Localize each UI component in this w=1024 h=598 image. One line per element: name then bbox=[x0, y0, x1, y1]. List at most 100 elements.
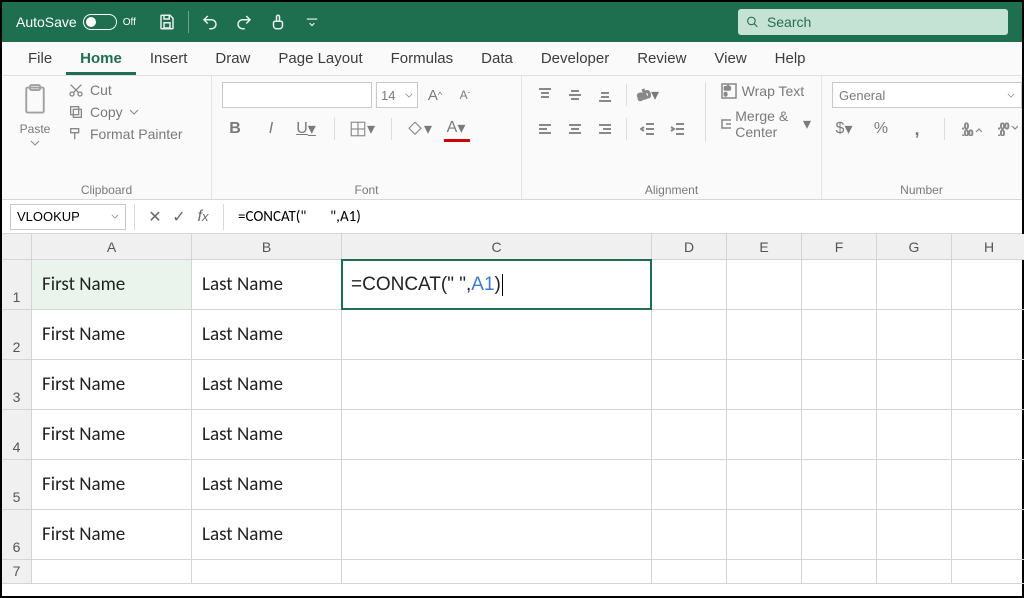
cell-C3[interactable] bbox=[342, 360, 652, 410]
cell-D7[interactable] bbox=[652, 560, 727, 584]
currency-button[interactable]: $▾ bbox=[832, 116, 858, 142]
font-name-select[interactable] bbox=[222, 82, 372, 108]
cell-G7[interactable] bbox=[877, 560, 952, 584]
borders-button[interactable]: ▾ bbox=[349, 116, 377, 142]
tab-developer[interactable]: Developer bbox=[527, 44, 623, 75]
cell-G4[interactable] bbox=[877, 410, 952, 460]
cell-C5[interactable] bbox=[342, 460, 652, 510]
col-header-A[interactable]: A bbox=[32, 234, 192, 260]
cell-E5[interactable] bbox=[727, 460, 802, 510]
cell-G1[interactable] bbox=[877, 260, 952, 310]
align-bottom-button[interactable] bbox=[592, 82, 618, 108]
number-format-select[interactable]: General bbox=[832, 82, 1022, 108]
col-header-F[interactable]: F bbox=[802, 234, 877, 260]
align-left-button[interactable] bbox=[532, 116, 558, 142]
cell-H4[interactable] bbox=[952, 410, 1024, 460]
align-top-button[interactable] bbox=[532, 82, 558, 108]
cell-B4[interactable]: Last Name bbox=[192, 410, 342, 460]
tab-insert[interactable]: Insert bbox=[136, 44, 202, 75]
cell-C1[interactable]: =CONCAT(" ",A1) bbox=[342, 260, 652, 310]
cancel-formula-button[interactable]: ✕ bbox=[143, 204, 167, 230]
cell-F3[interactable] bbox=[802, 360, 877, 410]
enter-formula-button[interactable]: ✓ bbox=[167, 204, 191, 230]
copy-button[interactable]: Copy bbox=[68, 104, 183, 120]
row-header-5[interactable]: 5 bbox=[2, 460, 32, 510]
cell-D6[interactable] bbox=[652, 510, 727, 560]
orientation-button[interactable]: ab▾ bbox=[635, 82, 661, 108]
tab-data[interactable]: Data bbox=[467, 44, 527, 75]
tab-home[interactable]: Home bbox=[66, 44, 136, 75]
cell-G3[interactable] bbox=[877, 360, 952, 410]
cell-B2[interactable]: Last Name bbox=[192, 310, 342, 360]
cell-E4[interactable] bbox=[727, 410, 802, 460]
col-header-C[interactable]: C bbox=[342, 234, 652, 260]
cell-A5[interactable]: First Name bbox=[32, 460, 192, 510]
decrease-font-button[interactable]: Aˇ bbox=[452, 82, 478, 108]
tab-formulas[interactable]: Formulas bbox=[377, 44, 468, 75]
cell-F1[interactable] bbox=[802, 260, 877, 310]
align-center-button[interactable] bbox=[562, 116, 588, 142]
wrap-text-button[interactable]: abc Wrap Text bbox=[720, 82, 811, 100]
cell-B1[interactable]: Last Name bbox=[192, 260, 342, 310]
cell-D5[interactable] bbox=[652, 460, 727, 510]
cell-C2[interactable] bbox=[342, 310, 652, 360]
cell-H5[interactable] bbox=[952, 460, 1024, 510]
format-painter-button[interactable]: Format Painter bbox=[68, 126, 183, 142]
formula-input[interactable] bbox=[232, 204, 1022, 230]
row-header-3[interactable]: 3 bbox=[2, 360, 32, 410]
cell-G2[interactable] bbox=[877, 310, 952, 360]
fx-button[interactable]: fx bbox=[191, 204, 215, 230]
decrease-decimal-button[interactable]: .00.0 bbox=[995, 116, 1021, 142]
cell-A2[interactable]: First Name bbox=[32, 310, 192, 360]
cut-button[interactable]: Cut bbox=[68, 82, 183, 98]
cell-E3[interactable] bbox=[727, 360, 802, 410]
col-header-E[interactable]: E bbox=[727, 234, 802, 260]
cell-H3[interactable] bbox=[952, 360, 1024, 410]
tab-review[interactable]: Review bbox=[623, 44, 700, 75]
row-header-6[interactable]: 6 bbox=[2, 510, 32, 560]
search-input[interactable] bbox=[765, 13, 1000, 31]
increase-decimal-button[interactable]: .0.00 bbox=[959, 116, 985, 142]
cell-B6[interactable]: Last Name bbox=[192, 510, 342, 560]
cell-B7[interactable] bbox=[192, 560, 342, 584]
cell-G6[interactable] bbox=[877, 510, 952, 560]
cell-A7[interactable] bbox=[32, 560, 192, 584]
col-header-B[interactable]: B bbox=[192, 234, 342, 260]
cell-D4[interactable] bbox=[652, 410, 727, 460]
align-middle-button[interactable] bbox=[562, 82, 588, 108]
spreadsheet-grid[interactable]: A B C D E F G H 1 First Name Last Name =… bbox=[2, 234, 1022, 584]
autosave-toggle[interactable]: AutoSave Off bbox=[2, 14, 150, 30]
fill-color-button[interactable]: ▾ bbox=[406, 116, 434, 142]
select-all-corner[interactable] bbox=[2, 234, 32, 260]
decrease-indent-button[interactable] bbox=[635, 116, 661, 142]
tab-page-layout[interactable]: Page Layout bbox=[264, 44, 376, 75]
cell-C7[interactable] bbox=[342, 560, 652, 584]
row-header-7[interactable]: 7 bbox=[2, 560, 32, 584]
cell-E6[interactable] bbox=[727, 510, 802, 560]
cell-H7[interactable] bbox=[952, 560, 1024, 584]
tab-view[interactable]: View bbox=[700, 44, 760, 75]
cell-H2[interactable] bbox=[952, 310, 1024, 360]
merge-center-button[interactable]: Merge & Center ▾ bbox=[720, 108, 811, 140]
cell-D1[interactable] bbox=[652, 260, 727, 310]
cell-C6[interactable] bbox=[342, 510, 652, 560]
align-right-button[interactable] bbox=[592, 116, 618, 142]
tab-draw[interactable]: Draw bbox=[201, 44, 264, 75]
font-color-button[interactable]: A▾ bbox=[444, 116, 470, 142]
cell-E2[interactable] bbox=[727, 310, 802, 360]
undo-button[interactable] bbox=[193, 2, 227, 42]
redo-button[interactable] bbox=[227, 2, 261, 42]
paste-button[interactable]: Paste bbox=[12, 82, 58, 146]
italic-button[interactable]: I bbox=[258, 116, 284, 142]
row-header-1[interactable]: 1 bbox=[2, 260, 32, 310]
bold-button[interactable]: B bbox=[222, 116, 248, 142]
row-header-4[interactable]: 4 bbox=[2, 410, 32, 460]
cell-F5[interactable] bbox=[802, 460, 877, 510]
underline-button[interactable]: U▾ bbox=[294, 116, 320, 142]
cell-H6[interactable] bbox=[952, 510, 1024, 560]
cell-E1[interactable] bbox=[727, 260, 802, 310]
col-header-G[interactable]: G bbox=[877, 234, 952, 260]
comma-button[interactable]: , bbox=[904, 116, 930, 142]
cell-H1[interactable] bbox=[952, 260, 1024, 310]
cell-C4[interactable] bbox=[342, 410, 652, 460]
